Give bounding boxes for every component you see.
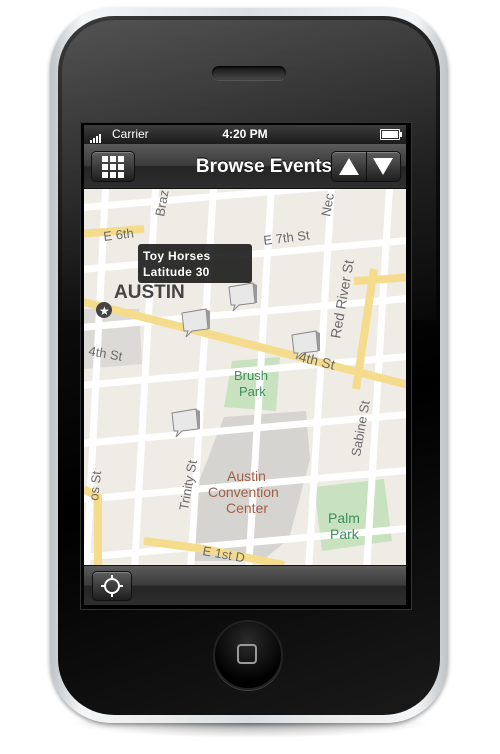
event-pin-icon[interactable] (170, 407, 200, 439)
triangle-up-icon (339, 158, 359, 175)
svg-text:★: ★ (99, 304, 110, 318)
map-label: os St (86, 470, 104, 501)
clock: 4:20 PM (222, 127, 268, 141)
map-label: Palm (328, 510, 360, 526)
next-event-button[interactable] (366, 152, 400, 181)
map-label: AUSTIN (114, 282, 185, 303)
prev-next-segmented-control (331, 151, 401, 182)
map-label: Red River St (327, 258, 357, 339)
nav-bar: Browse Events (84, 144, 406, 189)
callout-title: Toy Horses (143, 249, 211, 263)
map-label: Braz (152, 189, 171, 218)
triangle-down-icon (373, 158, 393, 175)
map-label: Center (226, 500, 268, 516)
status-bar: Carrier 4:20 PM (84, 125, 406, 144)
previous-event-button[interactable] (332, 152, 367, 181)
grid-view-button[interactable] (91, 151, 135, 182)
map-label: Convention (208, 484, 279, 500)
home-square-icon (237, 644, 257, 664)
event-pin-icon[interactable] (227, 281, 257, 313)
home-button[interactable] (213, 620, 283, 690)
event-callout[interactable]: Toy Horses Latitude 30 (138, 244, 252, 283)
map-label: Sabine St (348, 399, 373, 458)
crosshair-icon (101, 575, 123, 597)
event-pin-icon[interactable] (180, 307, 210, 339)
bottom-toolbar (84, 565, 406, 605)
grid-icon (102, 156, 124, 178)
battery-icon (380, 129, 402, 140)
map-view[interactable]: Braz E 6th E 7th St Nec Red River St AUS… (84, 189, 406, 565)
earpiece-speaker (212, 66, 286, 80)
map-label: Park (330, 526, 360, 542)
map-label: Brush (234, 368, 268, 383)
map-label: Park (239, 384, 266, 399)
star-icon: ★ (96, 302, 112, 318)
map-label: Austin (227, 468, 266, 484)
map-label: Nec (318, 192, 337, 218)
callout-subtitle: Latitude 30 (143, 265, 210, 279)
map-label: E 6th (103, 225, 135, 244)
event-pin-icon[interactable] (290, 329, 320, 361)
locate-me-button[interactable] (92, 571, 132, 601)
